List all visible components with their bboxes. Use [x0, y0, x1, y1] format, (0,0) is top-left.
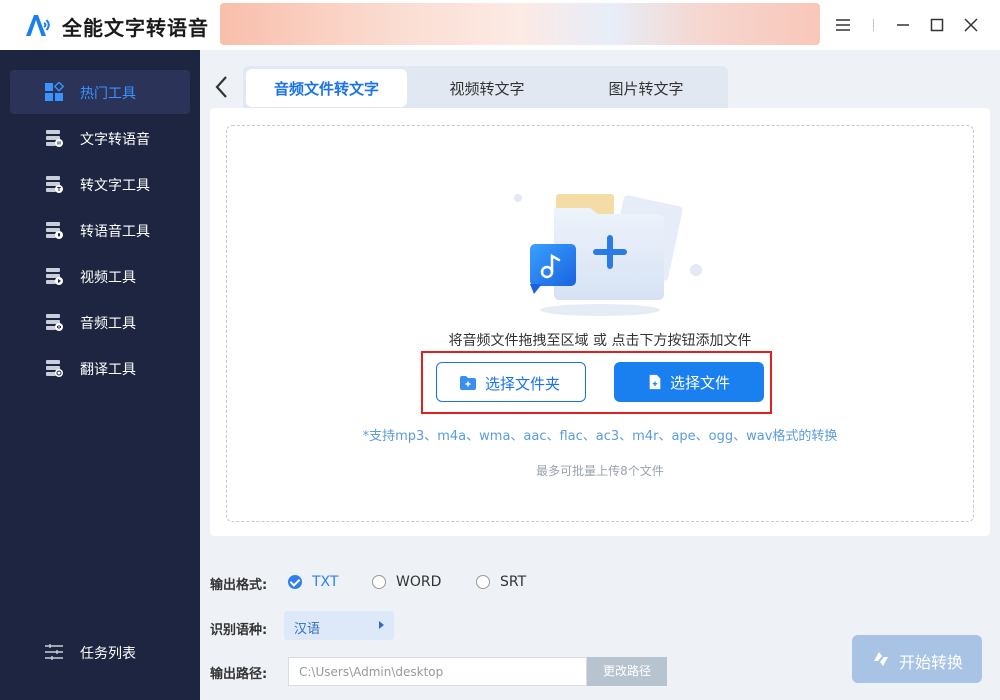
sidebar-item-label: 音频工具: [80, 316, 136, 332]
supported-formats-text: *支持mp3、m4a、wma、aac、flac、ac3、m4r、ape、ogg、…: [362, 429, 838, 444]
sidebar-item-to-text-tools[interactable]: 转文字工具: [10, 162, 190, 206]
tab-image-to-text[interactable]: 图片转文字: [567, 69, 725, 107]
sidebar-item-label: 转文字工具: [80, 178, 150, 194]
sidebar-item-label: 热门工具: [80, 86, 136, 102]
title-bar: 全能文字转语音: [0, 0, 1000, 50]
language-label: 识别语种:: [210, 623, 268, 638]
file-add-icon: [649, 374, 661, 390]
language-value: 汉语: [294, 622, 321, 637]
sidebar-item-text-to-speech[interactable]: 文字转语音: [10, 116, 190, 160]
sidebar-item-task-list[interactable]: 任务列表: [10, 630, 190, 674]
sidebar-item-label: 文字转语音: [80, 132, 150, 148]
app-logo-icon: [26, 15, 50, 36]
drop-hint-text: 将音频文件拖拽至区域 或 点击下方按钮添加文件: [448, 333, 752, 349]
folder-upload-illustration-icon: [514, 194, 702, 316]
folder-add-icon: [460, 376, 476, 390]
radio-circle-icon: [476, 575, 490, 589]
output-format-label: 输出格式:: [210, 578, 268, 593]
task-list-label: 任务列表: [80, 646, 136, 662]
start-convert-label: 开始转换: [899, 653, 964, 672]
sidebar: 热门工具 文字转语音 转文字工具 转语音工具 视频工具 音频工具 翻译工具 任务…: [0, 50, 200, 700]
format-radio-label: SRT: [500, 574, 527, 590]
sidebar-item-audio-tools[interactable]: 音频工具: [10, 300, 190, 344]
maximize-icon[interactable]: [925, 13, 949, 37]
app-title: 全能文字转语音: [62, 16, 209, 40]
translate-tool-icon: [46, 360, 63, 377]
tab-audio-to-text[interactable]: 音频文件转文字: [246, 69, 407, 107]
language-select[interactable]: 汉语: [284, 611, 394, 640]
start-convert-button[interactable]: 开始转换: [852, 635, 982, 683]
minimize-icon[interactable]: [891, 13, 915, 37]
sidebar-item-label: 转语音工具: [80, 224, 150, 240]
upload-limit-text: 最多可批量上传8个文件: [536, 464, 664, 478]
output-path-input[interactable]: [288, 657, 587, 686]
convert-icon: [874, 652, 888, 666]
to-speech-tool-icon: [46, 222, 63, 239]
change-path-button[interactable]: 更改路径: [587, 657, 667, 686]
output-path-label: 输出路径:: [210, 667, 268, 682]
select-folder-label: 选择文件夹: [485, 375, 561, 393]
sidebar-item-translate-tools[interactable]: 翻译工具: [10, 346, 190, 390]
select-file-label: 选择文件: [670, 374, 731, 392]
audio-tool-icon: [46, 314, 63, 331]
sidebar-item-to-speech-tools[interactable]: 转语音工具: [10, 208, 190, 252]
text-to-speech-icon: [46, 130, 63, 147]
sidebar-item-hot-tools[interactable]: 热门工具: [10, 70, 190, 114]
to-text-tool-icon: [46, 176, 63, 193]
caret-right-icon: [379, 621, 384, 629]
format-radio-label: WORD: [396, 574, 442, 590]
sidebar-item-label: 视频工具: [80, 270, 136, 286]
tab-video-to-text[interactable]: 视频转文字: [407, 69, 567, 107]
close-icon[interactable]: [959, 13, 983, 37]
select-file-button[interactable]: 选择文件: [614, 362, 764, 402]
sidebar-item-label: 翻译工具: [80, 362, 136, 378]
grid-icon: [45, 82, 64, 101]
format-radio-word[interactable]: WORD: [372, 574, 441, 590]
format-radio-label: TXT: [312, 574, 339, 590]
video-tool-icon: [46, 268, 63, 285]
menu-icon[interactable]: [831, 13, 855, 37]
sidebar-item-video-tools[interactable]: 视频工具: [10, 254, 190, 298]
format-radio-srt[interactable]: SRT: [476, 574, 526, 590]
task-list-icon: [45, 644, 63, 660]
radio-check-icon: [288, 575, 302, 589]
radio-circle-icon: [372, 575, 386, 589]
select-folder-button[interactable]: 选择文件夹: [436, 362, 586, 402]
back-arrow-icon[interactable]: [212, 74, 234, 100]
promo-banner[interactable]: [220, 3, 820, 45]
tab-bar: 音频文件转文字 视频转文字 图片转文字: [243, 66, 728, 110]
format-radio-txt[interactable]: TXT: [288, 574, 338, 590]
title-divider: [873, 19, 874, 31]
